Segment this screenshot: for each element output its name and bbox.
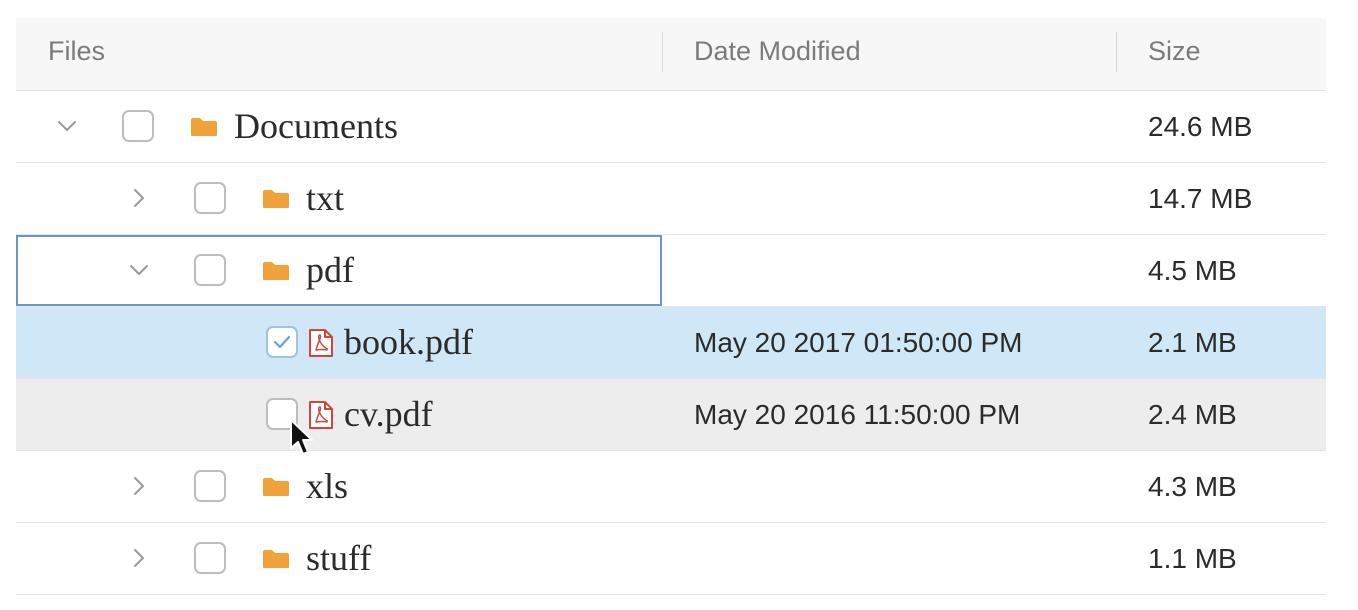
size-cell: 4.5 MB bbox=[1148, 255, 1237, 286]
size-cell: 2.1 MB bbox=[1148, 327, 1237, 358]
checkmark-icon bbox=[273, 335, 291, 349]
size-cell: 14.7 MB bbox=[1148, 183, 1253, 214]
row-checkbox[interactable] bbox=[194, 542, 226, 574]
chevron-down-icon[interactable] bbox=[126, 257, 152, 283]
folder-name: pdf bbox=[306, 250, 354, 290]
chevron-right-icon[interactable] bbox=[126, 473, 152, 499]
tree-row-folder[interactable]: pdf 4.5 MB bbox=[16, 235, 1326, 307]
grid-body: Documents 24.6 MB txt 14.7 MB pdf 4.5 MB book.… bbox=[16, 91, 1326, 595]
folder-icon bbox=[263, 550, 289, 568]
files-cell[interactable]: xls bbox=[16, 451, 662, 522]
size-cell: 24.6 MB bbox=[1148, 111, 1253, 142]
row-checkbox[interactable] bbox=[122, 110, 154, 142]
files-cell[interactable]: txt bbox=[16, 163, 662, 234]
column-header-files[interactable]: Files bbox=[16, 18, 662, 90]
mouse-pointer-icon bbox=[290, 419, 313, 455]
pdf-file-icon bbox=[309, 329, 333, 357]
folder-name: Documents bbox=[234, 106, 398, 146]
folder-icon bbox=[263, 478, 289, 496]
files-cell[interactable]: pdf bbox=[16, 235, 662, 306]
tree-row-folder[interactable]: stuff 1.1 MB bbox=[16, 523, 1326, 595]
tree-row-folder[interactable]: Documents 24.6 MB bbox=[16, 91, 1326, 163]
grid-header: Files Date Modified Size bbox=[16, 18, 1326, 91]
date-modified-cell: May 20 2016 11:50:00 PM bbox=[694, 399, 1021, 430]
row-checkbox[interactable] bbox=[194, 470, 226, 502]
tree-row-file[interactable]: cv.pdf May 20 2016 11:50:00 PM 2.4 MB bbox=[16, 379, 1326, 451]
date-modified-cell: May 20 2017 01:50:00 PM bbox=[694, 327, 1023, 358]
row-checkbox[interactable] bbox=[266, 326, 298, 358]
chevron-right-icon[interactable] bbox=[126, 185, 152, 211]
folder-name: txt bbox=[306, 178, 345, 218]
folder-name: xls bbox=[306, 466, 349, 506]
folder-icon bbox=[191, 118, 217, 136]
files-cell[interactable]: cv.pdf bbox=[16, 379, 662, 450]
row-checkbox[interactable] bbox=[194, 182, 226, 214]
tree-row-file[interactable]: book.pdf May 20 2017 01:50:00 PM 2.1 MB bbox=[16, 307, 1326, 379]
size-cell: 4.3 MB bbox=[1148, 471, 1237, 502]
file-name: book.pdf bbox=[344, 322, 473, 362]
file-tree-grid: Files Date Modified Size Documents 24.6 M… bbox=[16, 18, 1326, 595]
size-cell: 1.1 MB bbox=[1148, 543, 1237, 574]
folder-icon bbox=[263, 262, 289, 280]
folder-icon bbox=[263, 190, 289, 208]
column-header-size[interactable]: Size bbox=[1116, 18, 1326, 90]
tree-row-folder[interactable]: txt 14.7 MB bbox=[16, 163, 1326, 235]
folder-name: stuff bbox=[306, 538, 372, 578]
files-cell[interactable]: stuff bbox=[16, 523, 662, 594]
tree-row-folder[interactable]: xls 4.3 MB bbox=[16, 451, 1326, 523]
files-cell[interactable]: Documents bbox=[16, 91, 662, 162]
chevron-right-icon[interactable] bbox=[126, 545, 152, 571]
file-name: cv.pdf bbox=[344, 394, 433, 434]
files-cell[interactable]: book.pdf bbox=[16, 307, 662, 378]
row-checkbox[interactable] bbox=[194, 254, 226, 286]
column-header-date-modified[interactable]: Date Modified bbox=[662, 18, 1116, 90]
chevron-down-icon[interactable] bbox=[54, 113, 80, 139]
size-cell: 2.4 MB bbox=[1148, 399, 1237, 430]
